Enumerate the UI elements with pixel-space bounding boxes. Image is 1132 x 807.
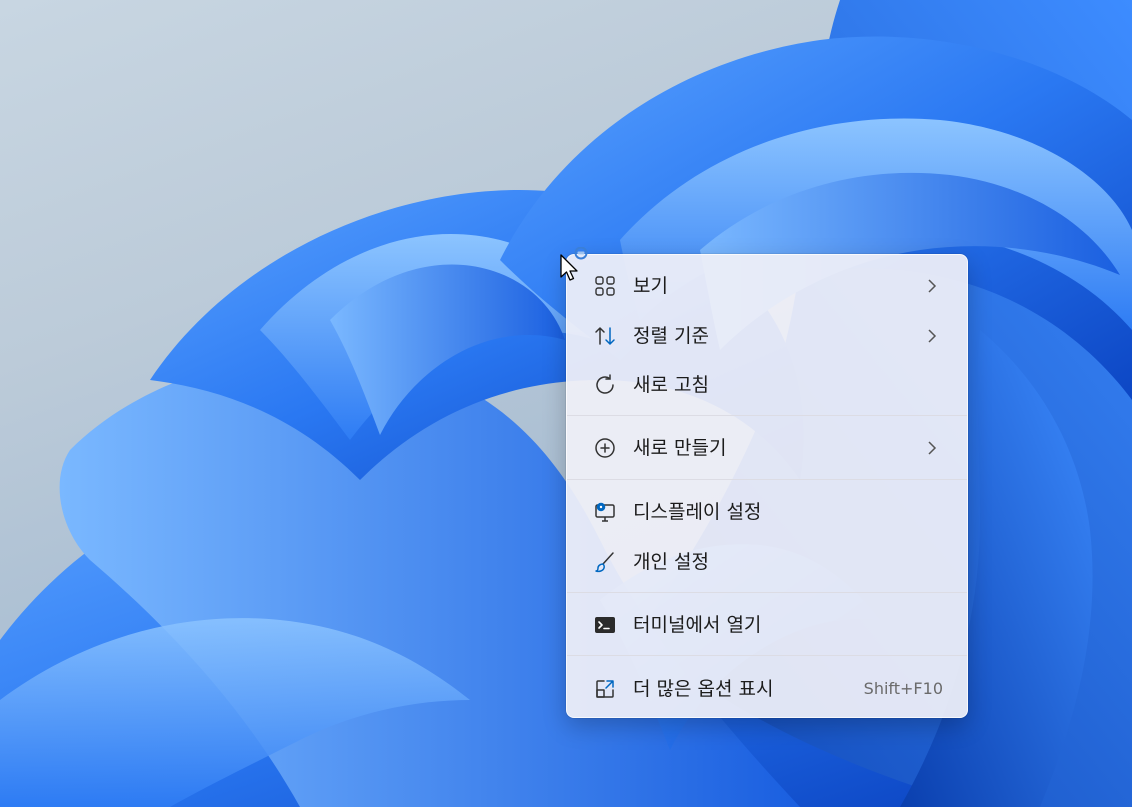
menu-item-label: 보기 bbox=[633, 275, 668, 297]
chevron-right-icon bbox=[925, 440, 939, 456]
menu-separator bbox=[567, 479, 967, 480]
menu-item-sort-by[interactable]: 정렬 기준 bbox=[573, 314, 961, 358]
menu-item-view[interactable]: 보기 bbox=[573, 264, 961, 308]
menu-item-label: 개인 설정 bbox=[633, 551, 709, 573]
menu-item-label: 디스플레이 설정 bbox=[633, 501, 762, 523]
menu-item-label: 정렬 기준 bbox=[633, 325, 709, 347]
plus-circle-icon bbox=[593, 436, 617, 460]
menu-item-new[interactable]: 새로 만들기 bbox=[573, 426, 961, 470]
sort-arrows-icon bbox=[593, 324, 617, 348]
menu-item-show-more-options[interactable]: 더 많은 옵션 표시 Shift+F10 bbox=[573, 667, 961, 711]
mouse-pointer-busy-icon bbox=[560, 247, 588, 281]
open-external-icon bbox=[593, 677, 617, 701]
grid-view-icon bbox=[593, 274, 617, 298]
menu-item-label: 새로 고침 bbox=[633, 374, 709, 396]
menu-item-label: 더 많은 옵션 표시 bbox=[633, 678, 774, 700]
chevron-right-icon bbox=[925, 328, 939, 344]
menu-separator bbox=[567, 655, 967, 656]
refresh-icon bbox=[593, 373, 617, 397]
chevron-right-icon bbox=[925, 278, 939, 294]
keyboard-shortcut: Shift+F10 bbox=[863, 679, 943, 698]
menu-separator bbox=[567, 592, 967, 593]
desktop-context-menu: 보기 정렬 기준 새로 고침 새로 만들기 디스플레이 설정 개인 설정 터미널… bbox=[566, 254, 968, 718]
terminal-icon bbox=[593, 613, 617, 637]
menu-item-display-settings[interactable]: 디스플레이 설정 bbox=[573, 490, 961, 534]
menu-item-refresh[interactable]: 새로 고침 bbox=[573, 363, 961, 407]
menu-item-personalize[interactable]: 개인 설정 bbox=[573, 540, 961, 584]
display-settings-icon bbox=[593, 500, 617, 524]
menu-separator bbox=[567, 415, 967, 416]
desktop[interactable]: 보기 정렬 기준 새로 고침 새로 만들기 디스플레이 설정 개인 설정 터미널… bbox=[0, 0, 1132, 807]
brush-icon bbox=[593, 550, 617, 574]
menu-item-label: 터미널에서 열기 bbox=[633, 614, 762, 636]
menu-item-open-in-terminal[interactable]: 터미널에서 열기 bbox=[573, 603, 961, 647]
menu-item-label: 새로 만들기 bbox=[633, 437, 727, 459]
